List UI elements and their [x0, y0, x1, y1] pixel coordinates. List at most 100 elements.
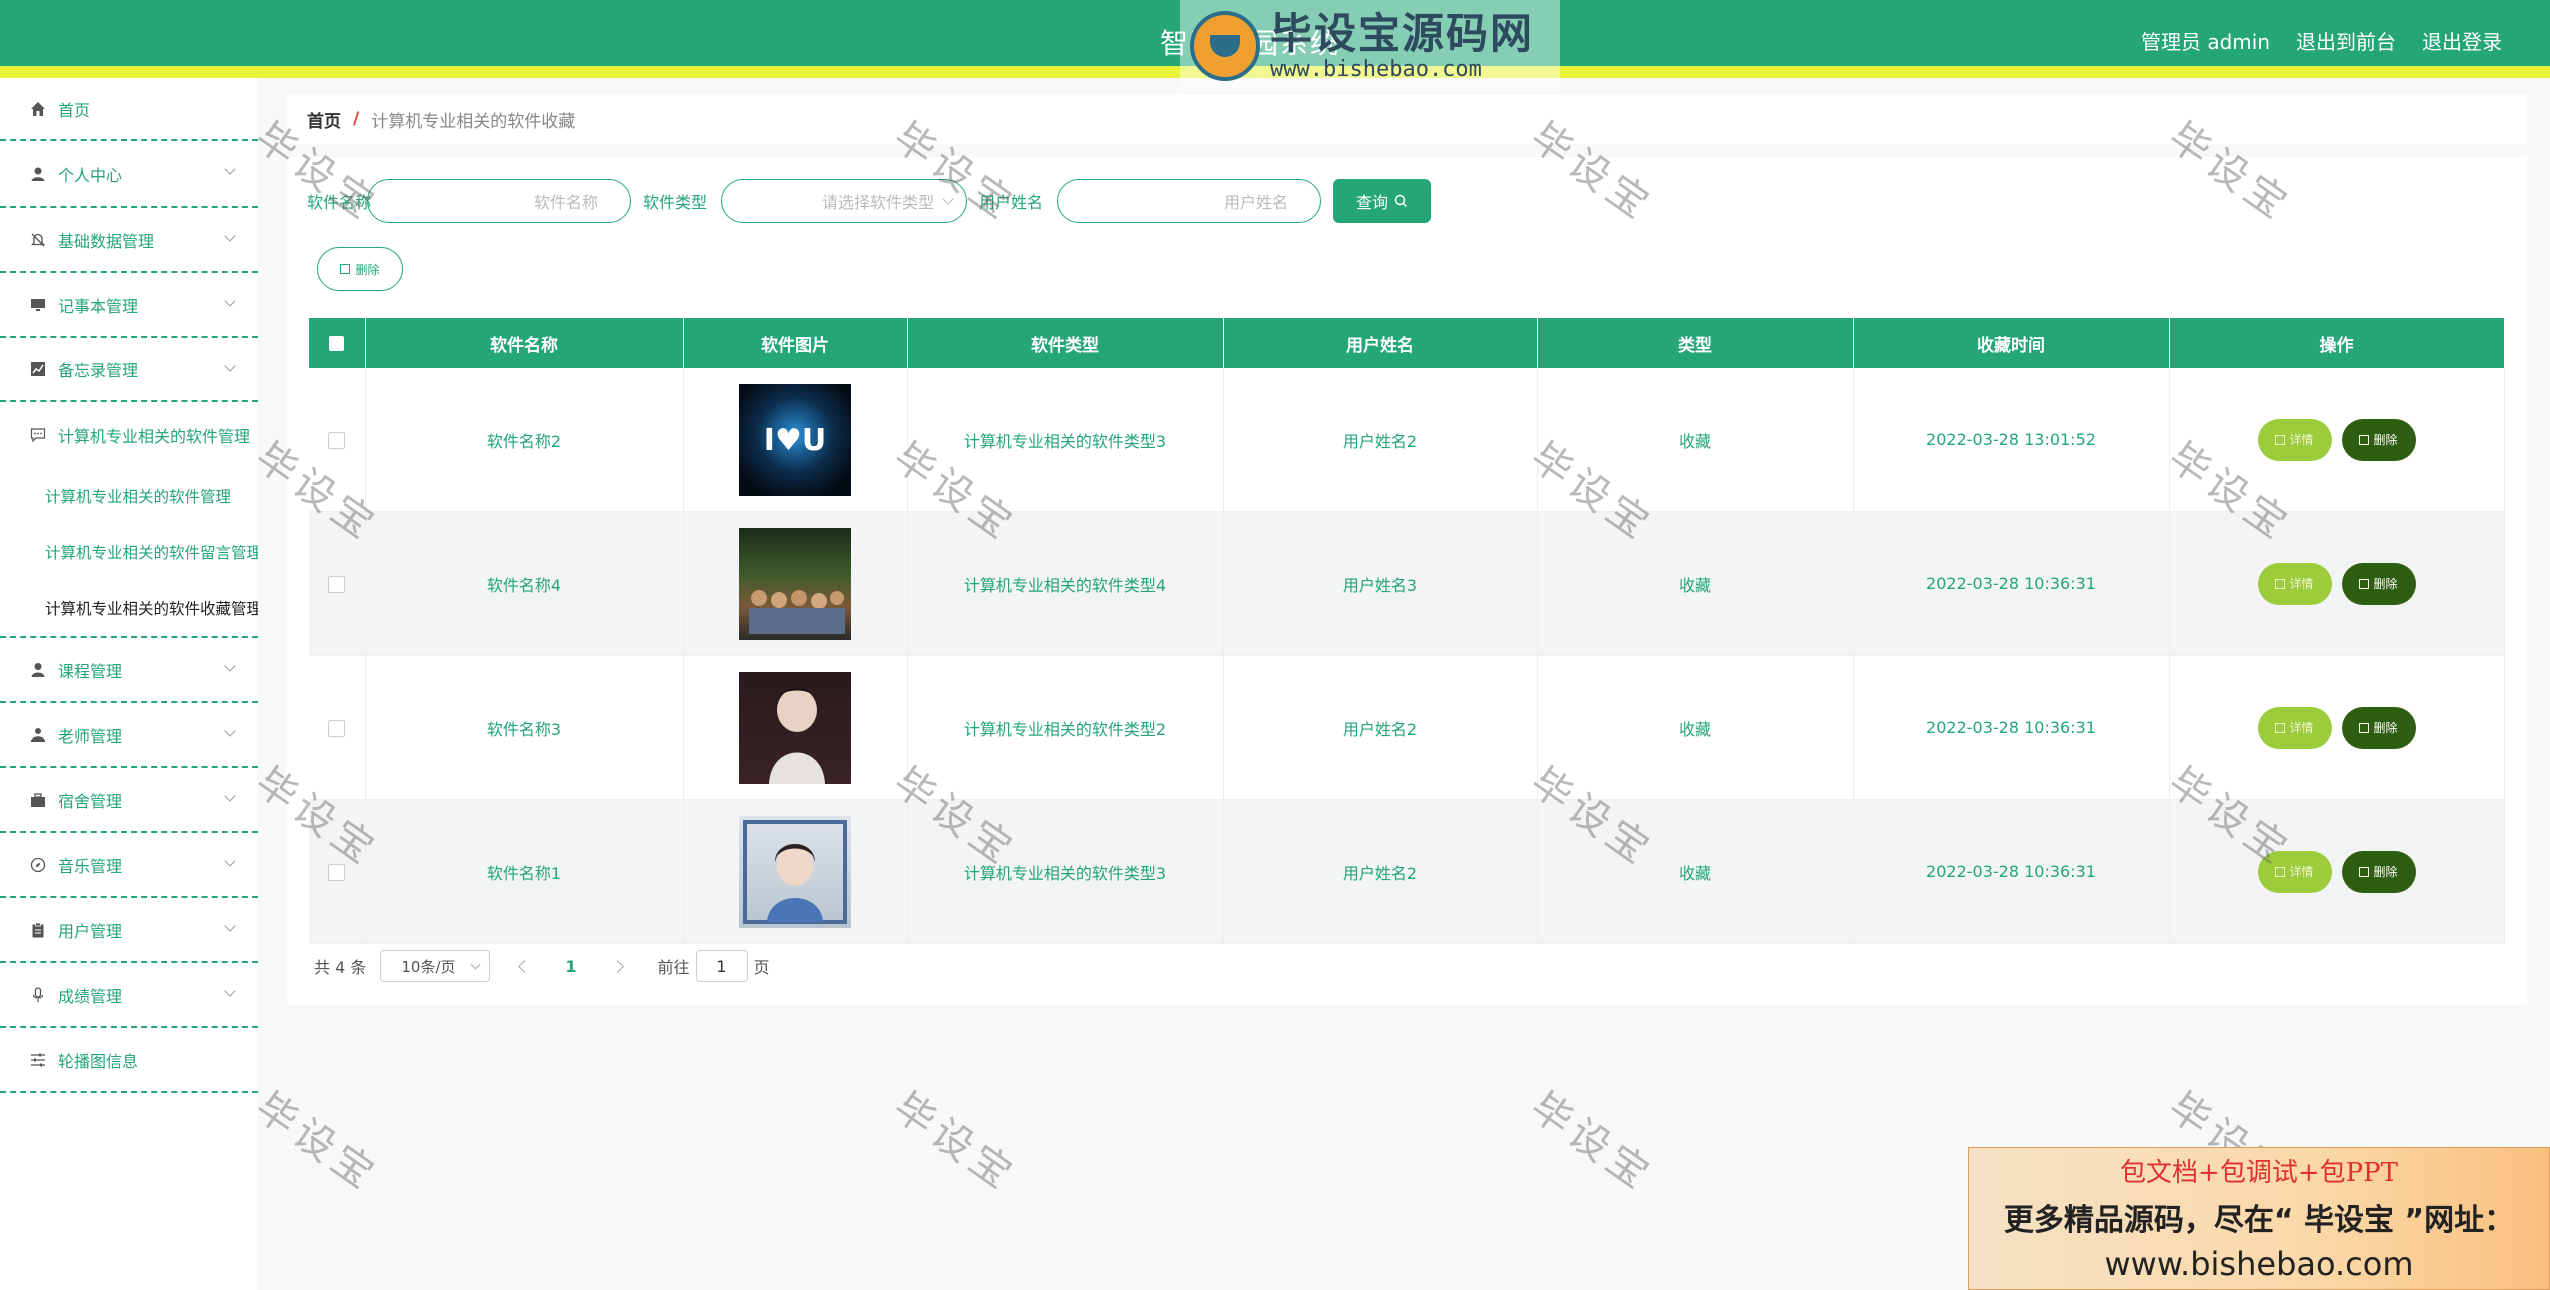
document-icon	[2275, 434, 2286, 445]
prev-page-icon[interactable]	[518, 959, 532, 973]
detail-button[interactable]: 详情	[2257, 850, 2332, 893]
sidebar-item-dormitory[interactable]: 宿舍管理	[0, 768, 258, 833]
person-icon	[28, 660, 48, 680]
chat-icon	[28, 425, 48, 445]
delete-button[interactable]: 删除	[2341, 562, 2416, 605]
software-image	[739, 671, 851, 784]
search-form: 软件名称 软件名称 软件类型 请选择软件类型 用户姓名 用户姓名 查询	[307, 179, 1432, 223]
svg-text:I♥U: I♥U	[764, 423, 826, 458]
sidebar-item-notebook[interactable]: 记事本管理	[0, 273, 258, 338]
chevron-down-icon	[224, 985, 236, 997]
trash-icon	[2359, 578, 2370, 589]
compass-icon	[28, 855, 48, 875]
row-checkbox[interactable]	[328, 864, 346, 881]
software-type-cell: 计算机专业相关的软件类型3	[907, 368, 1224, 512]
goto-page-input[interactable]: 1	[695, 950, 748, 982]
sidebar-subitem-software-favorites[interactable]: 计算机专业相关的软件收藏管理	[0, 580, 258, 638]
page-size-value: 10条/页	[401, 957, 456, 976]
software-image	[739, 815, 851, 928]
sidebar-item-label: 宿舍管理	[58, 791, 123, 811]
software-name-input[interactable]: 软件名称	[367, 179, 632, 223]
home-icon	[28, 99, 48, 119]
delete-button[interactable]: 删除	[2341, 418, 2416, 461]
select-all-checkbox[interactable]	[329, 335, 345, 351]
page-number-current[interactable]: 1	[565, 957, 576, 976]
detail-label: 详情	[2289, 433, 2314, 447]
table-row: 软件名称4 计算机专业相关的软件类型4 用户姓名3 收藏 2022-03-28 …	[309, 511, 2505, 656]
promo-url: www.bishebao.com	[2104, 1245, 2414, 1283]
goto-prefix: 前往	[657, 958, 690, 977]
sidebar-item-home[interactable]: 首页	[0, 78, 258, 141]
next-page-icon[interactable]	[610, 959, 624, 973]
column-header: 类型	[1537, 318, 1854, 368]
microphone-icon	[28, 985, 48, 1005]
column-header: 用户姓名	[1223, 318, 1538, 368]
breadcrumb-home-link[interactable]: 首页	[307, 107, 341, 132]
sliders-icon	[28, 1050, 48, 1070]
sidebar-item-teacher[interactable]: 老师管理	[0, 703, 258, 768]
promo-line-2: 更多精品源码，尽在“ 毕设宝 ”网址：	[2003, 1203, 2515, 1238]
batch-delete-label: 删除	[355, 262, 380, 277]
sidebar-item-memo[interactable]: 备忘录管理	[0, 338, 258, 402]
watermark: 毕设宝	[1521, 1083, 1662, 1201]
detail-label: 详情	[2289, 577, 2314, 591]
software-name-label: 软件名称	[307, 193, 372, 212]
sidebar-item-label: 轮播图信息	[58, 1051, 139, 1071]
sidebar-item-base-data[interactable]: 基础数据管理	[0, 208, 258, 273]
goto-suffix: 页	[753, 958, 770, 977]
table-row: 软件名称3 计算机专业相关的软件类型2 用户姓名2 收藏 2022-03-28 …	[309, 655, 2505, 800]
delete-button[interactable]: 删除	[2341, 706, 2416, 749]
chevron-down-icon	[224, 163, 236, 175]
content-panel: 软件名称 软件名称 软件类型 请选择软件类型 用户姓名 用户姓名 查询 删除 软…	[287, 157, 2527, 1005]
column-header: 收藏时间	[1853, 318, 2170, 368]
back-to-front-link[interactable]: 退出到前台	[2296, 26, 2396, 55]
software-type-cell: 计算机专业相关的软件类型4	[907, 511, 1224, 656]
teacher-icon	[28, 725, 48, 745]
sidebar-item-user[interactable]: 用户管理	[0, 898, 258, 963]
software-type-cell: 计算机专业相关的软件类型2	[907, 655, 1224, 800]
sidebar-item-label: 个人中心	[58, 165, 123, 185]
select-all-cell[interactable]	[309, 318, 366, 368]
document-icon	[2275, 866, 2286, 877]
user-name-input[interactable]: 用户姓名	[1057, 179, 1322, 223]
brand-logo-icon	[1190, 11, 1260, 81]
trash-icon	[2359, 866, 2370, 877]
table-row: 软件名称1 计算机专业相关的软件类型3 用户姓名2 收藏 2022-03-28 …	[309, 799, 2505, 944]
software-type-select[interactable]: 请选择软件类型	[721, 179, 968, 223]
trash-icon	[2359, 434, 2370, 445]
sidebar-subitem-software-manage[interactable]: 计算机专业相关的软件管理	[0, 468, 258, 524]
user-name-cell: 用户姓名2	[1223, 368, 1538, 512]
sidebar-item-grades[interactable]: 成绩管理	[0, 963, 258, 1028]
chevron-down-icon	[224, 230, 236, 242]
column-header: 软件类型	[907, 318, 1224, 368]
column-header: 操作	[2169, 318, 2505, 368]
chevron-down-icon	[224, 360, 236, 372]
promo-banner: 包文档+包调试+包PPT 更多精品源码，尽在“ 毕设宝 ”网址： www.bis…	[1968, 1147, 2550, 1290]
software-name-cell: 软件名称3	[365, 655, 684, 800]
row-checkbox[interactable]	[328, 576, 346, 593]
sidebar-item-carousel[interactable]: 轮播图信息	[0, 1028, 258, 1093]
row-checkbox[interactable]	[328, 720, 346, 737]
sidebar-item-course[interactable]: 课程管理	[0, 638, 258, 703]
logout-link[interactable]: 退出登录	[2422, 26, 2502, 55]
chevron-down-icon	[470, 959, 481, 970]
row-checkbox[interactable]	[328, 432, 346, 449]
delete-button[interactable]: 删除	[2341, 850, 2416, 893]
admin-user-label: 管理员 admin	[2140, 30, 2270, 54]
suitcase-icon	[28, 790, 48, 810]
sidebar-item-personal-center[interactable]: 个人中心	[0, 141, 258, 208]
batch-delete-button[interactable]: 删除	[317, 247, 403, 291]
query-button[interactable]: 查询	[1333, 179, 1432, 223]
brand-watermark-logo: 毕设宝源码网 www.bishebao.com	[1180, 0, 1560, 92]
detail-button[interactable]: 详情	[2257, 418, 2332, 461]
detail-button[interactable]: 详情	[2257, 706, 2332, 749]
sidebar-subitem-software-messages[interactable]: 计算机专业相关的软件留言管理	[0, 524, 258, 580]
sidebar-item-music[interactable]: 音乐管理	[0, 833, 258, 898]
chevron-down-icon	[224, 855, 236, 867]
page-size-select[interactable]: 10条/页	[380, 950, 491, 982]
sidebar-item-software[interactable]: 计算机专业相关的软件管理	[0, 402, 258, 468]
document-icon	[2275, 722, 2286, 733]
detail-button[interactable]: 详情	[2257, 562, 2332, 605]
sidebar-item-label: 音乐管理	[58, 856, 123, 876]
promo-line-1: 包文档+包调试+包PPT	[2120, 1158, 2398, 1188]
